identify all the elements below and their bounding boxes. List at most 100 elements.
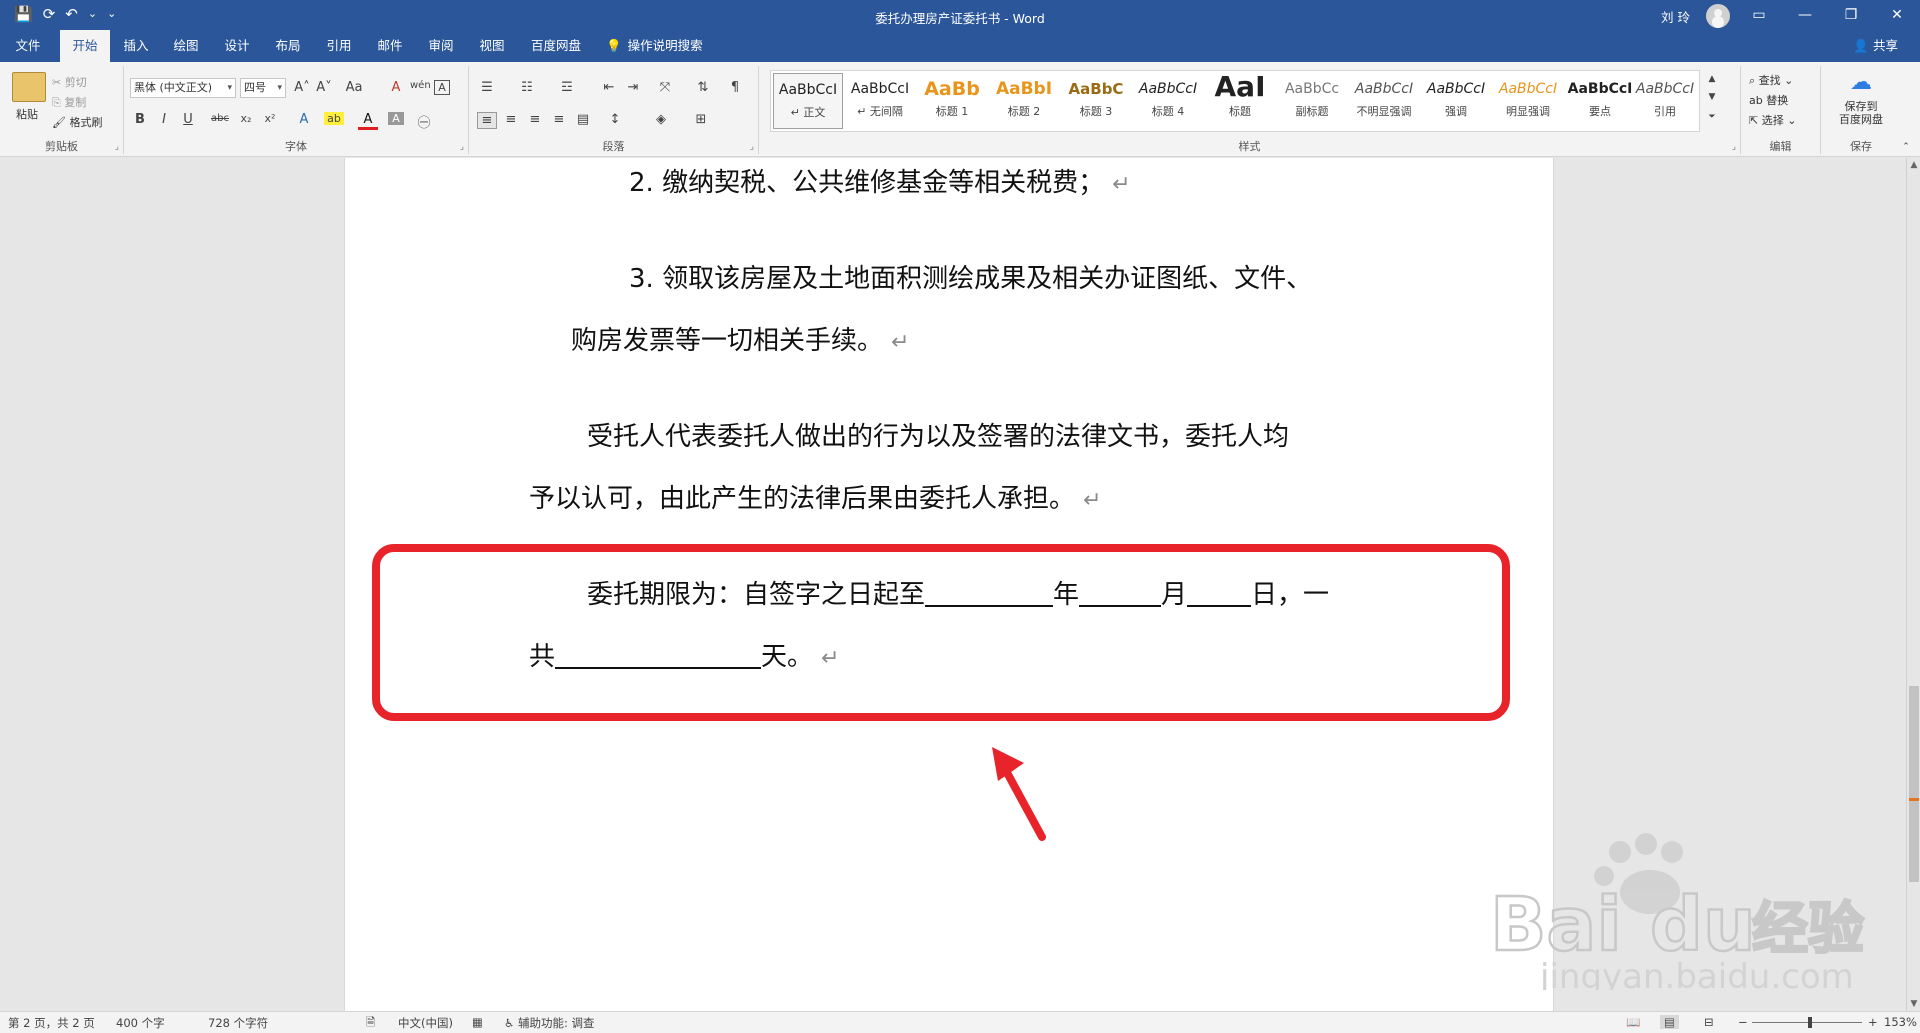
- scroll-up-icon[interactable]: ▲: [1907, 160, 1920, 170]
- show-marks-icon[interactable]: ¶: [725, 80, 745, 95]
- copy-button[interactable]: ⎘ 复制: [52, 94, 86, 110]
- user-avatar[interactable]: [1706, 4, 1730, 28]
- tab-draw[interactable]: 绘图: [164, 30, 208, 62]
- style-emphasis[interactable]: AaBbCcI 强调: [1421, 73, 1491, 129]
- tab-file[interactable]: 文件: [6, 30, 50, 62]
- highlight-icon[interactable]: ab: [324, 112, 344, 125]
- shrink-font-icon[interactable]: A˅: [314, 80, 334, 95]
- scroll-down-icon[interactable]: ▼: [1907, 999, 1920, 1009]
- tab-layout[interactable]: 布局: [266, 30, 310, 62]
- tab-view[interactable]: 视图: [470, 30, 514, 62]
- underline-icon[interactable]: U: [178, 112, 198, 127]
- grow-font-icon[interactable]: A˄: [292, 80, 312, 95]
- subscript-icon[interactable]: x₂: [236, 112, 256, 125]
- multilevel-list-icon[interactable]: ☲: [557, 80, 577, 95]
- change-case-icon[interactable]: Aa: [344, 80, 364, 95]
- superscript-icon[interactable]: x²: [260, 112, 280, 125]
- close-icon[interactable]: ✕: [1874, 0, 1920, 30]
- proofing-icon[interactable]: 🗎: [366, 1015, 375, 1033]
- borders-icon[interactable]: ⊞: [691, 112, 711, 127]
- ribbon-display-options-icon[interactable]: ▭: [1736, 0, 1782, 30]
- read-mode-icon[interactable]: 📖: [1626, 1015, 1640, 1029]
- style-intense-emphasis[interactable]: AaBbCcI 明显强调: [1493, 73, 1563, 129]
- decrease-indent-icon[interactable]: ⇤: [599, 80, 619, 95]
- zoom-level[interactable]: 153%: [1884, 1015, 1917, 1029]
- character-shading-icon[interactable]: A: [388, 112, 404, 125]
- tab-references[interactable]: 引用: [317, 30, 361, 62]
- char-count[interactable]: 728 个字符: [208, 1015, 268, 1031]
- align-center-icon[interactable]: ≡: [501, 112, 521, 127]
- clipboard-launcher-icon[interactable]: ⌟: [115, 142, 119, 152]
- tab-home[interactable]: 开始: [60, 30, 110, 62]
- font-color-icon[interactable]: A: [358, 112, 378, 130]
- style-title[interactable]: AaI 标题: [1205, 73, 1275, 129]
- web-layout-icon[interactable]: ⊟: [1704, 1015, 1714, 1029]
- font-size-select[interactable]: 四号: [240, 78, 286, 98]
- paragraph-launcher-icon[interactable]: ⌟: [750, 142, 754, 152]
- style-quote[interactable]: AaBbCcI 引用: [1633, 73, 1697, 129]
- find-button[interactable]: ⌕ 查找 ⌄: [1749, 72, 1793, 88]
- zoom-slider-thumb[interactable]: [1808, 1017, 1812, 1028]
- share-button[interactable]: 👤 共享: [1853, 30, 1898, 62]
- macro-icon[interactable]: ▦: [472, 1015, 483, 1029]
- tab-review[interactable]: 审阅: [419, 30, 463, 62]
- bullets-icon[interactable]: ☰: [477, 80, 497, 95]
- save-to-netdisk-button[interactable]: 保存到 百度网盘: [1831, 100, 1891, 126]
- phonetic-guide-icon[interactable]: wén: [410, 80, 431, 91]
- gallery-more-icon[interactable]: ⏷: [1702, 112, 1722, 122]
- paste-button[interactable]: 粘贴: [16, 106, 38, 122]
- style-normal[interactable]: AaBbCcI ↵ 正文: [773, 73, 843, 129]
- user-name[interactable]: 刘 玲: [1661, 7, 1690, 26]
- print-layout-icon[interactable]: ▤: [1660, 1015, 1679, 1029]
- styles-launcher-icon[interactable]: ⌟: [1732, 142, 1736, 152]
- line-spacing-icon[interactable]: ↕: [605, 112, 625, 127]
- style-no-spacing[interactable]: AaBbCcI ↵ 无间隔: [845, 73, 915, 129]
- tab-insert[interactable]: 插入: [114, 30, 158, 62]
- paste-icon[interactable]: [12, 72, 46, 102]
- numbering-icon[interactable]: ☷: [517, 80, 537, 95]
- bold-icon[interactable]: B: [130, 112, 150, 127]
- zoom-in-button[interactable]: +: [1868, 1015, 1878, 1029]
- cut-button[interactable]: ✂ 剪切: [52, 74, 87, 90]
- collapse-ribbon-icon[interactable]: ⌃: [1896, 142, 1916, 152]
- sort-icon[interactable]: ⇅: [693, 80, 713, 95]
- format-painter-button[interactable]: 🖌 格式刷: [52, 114, 102, 130]
- strikethrough-icon[interactable]: abc: [210, 113, 230, 124]
- tell-me-search[interactable]: 💡 操作说明搜索: [606, 30, 703, 62]
- vertical-scrollbar[interactable]: ▲ ▼: [1906, 158, 1920, 1011]
- enclose-characters-icon[interactable]: ㊀: [414, 112, 434, 131]
- font-family-select[interactable]: 黑体 (中文正文): [130, 78, 236, 98]
- justify-icon[interactable]: ≡: [549, 112, 569, 127]
- tab-mailings[interactable]: 邮件: [368, 30, 412, 62]
- accessibility-status[interactable]: ♿ 辅助功能: 调查: [504, 1015, 595, 1031]
- tab-design[interactable]: 设计: [215, 30, 259, 62]
- italic-icon[interactable]: I: [154, 112, 174, 127]
- tab-baidu-netdisk[interactable]: 百度网盘: [524, 30, 588, 62]
- style-heading-1[interactable]: AaBb 标题 1: [917, 73, 987, 129]
- character-border-icon[interactable]: A: [434, 80, 450, 95]
- zoom-out-button[interactable]: −: [1738, 1015, 1748, 1029]
- gallery-down-icon[interactable]: ▼: [1702, 92, 1722, 102]
- page-count[interactable]: 第 2 页，共 2 页: [8, 1015, 95, 1031]
- style-heading-4[interactable]: AaBbCcI 标题 4: [1133, 73, 1203, 129]
- word-count[interactable]: 400 个字: [116, 1015, 165, 1031]
- zoom-slider[interactable]: [1752, 1022, 1862, 1023]
- scroll-thumb[interactable]: [1909, 686, 1919, 882]
- shading-icon[interactable]: ◈: [651, 112, 671, 127]
- select-button[interactable]: ⇱ 选择 ⌄: [1749, 112, 1796, 128]
- style-heading-3[interactable]: AaBbC 标题 3: [1061, 73, 1131, 129]
- style-subtitle[interactable]: AaBbCc 副标题: [1277, 73, 1347, 129]
- align-left-icon[interactable]: ≡: [477, 112, 497, 129]
- gallery-up-icon[interactable]: ▲: [1702, 74, 1722, 84]
- minimize-icon[interactable]: —: [1782, 0, 1828, 30]
- style-subtle-emphasis[interactable]: AaBbCcI 不明显强调: [1349, 73, 1419, 129]
- distributed-icon[interactable]: ▤: [573, 112, 593, 127]
- baidu-netdisk-icon[interactable]: ☁: [1847, 70, 1875, 96]
- replace-button[interactable]: ab 替换: [1749, 92, 1788, 108]
- increase-indent-icon[interactable]: ⇥: [623, 80, 643, 95]
- align-right-icon[interactable]: ≡: [525, 112, 545, 127]
- clear-formatting-icon[interactable]: A: [386, 80, 406, 95]
- style-heading-2[interactable]: AaBbI 标题 2: [989, 73, 1059, 129]
- text-effects-icon[interactable]: A: [294, 112, 314, 127]
- style-strong[interactable]: AaBbCcI 要点: [1565, 73, 1635, 129]
